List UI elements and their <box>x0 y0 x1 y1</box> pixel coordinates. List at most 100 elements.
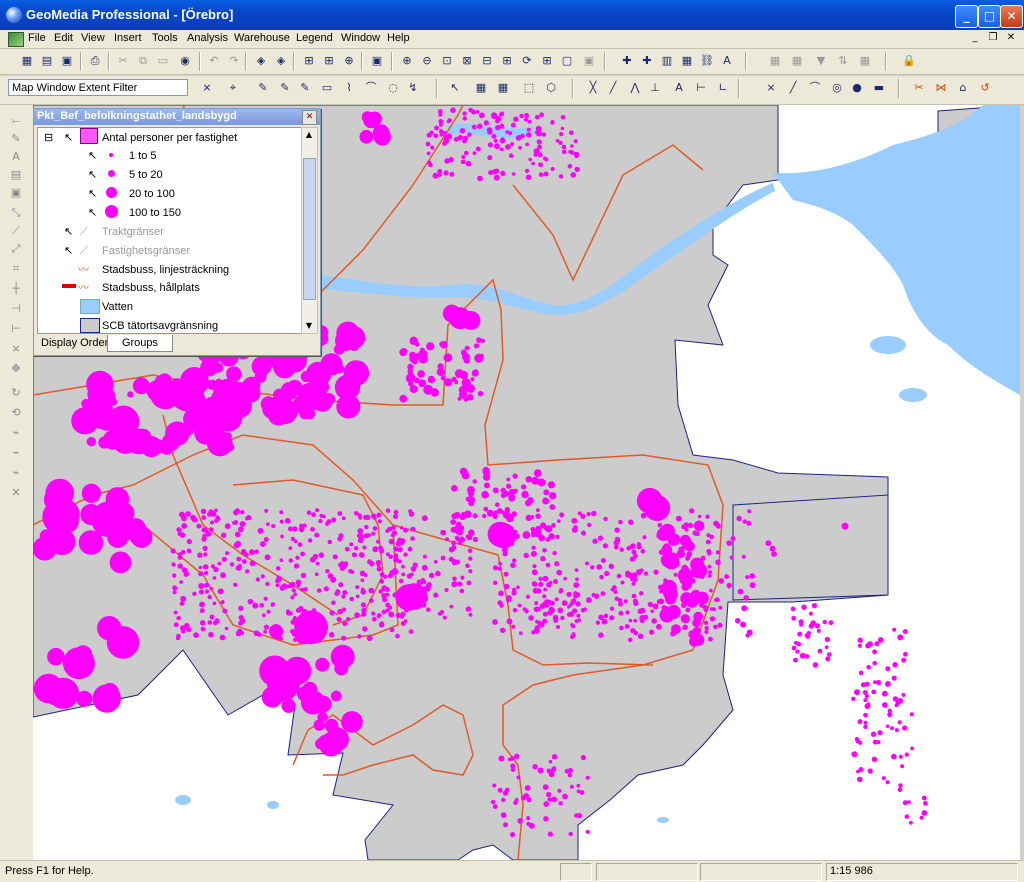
menu-edit[interactable]: Edit <box>54 32 73 44</box>
scroll-up-icon[interactable]: ▲ <box>303 129 315 141</box>
tool-8-icon[interactable]: ⤢ <box>8 241 24 257</box>
tool-7-icon[interactable]: ⟋ <box>8 223 24 239</box>
menu-view[interactable]: View <box>81 32 105 44</box>
merge-icon[interactable]: ⋈ <box>932 79 950 97</box>
attribute-icon[interactable]: ▥ <box>658 52 676 70</box>
point-icon[interactable]: ● <box>848 79 866 97</box>
legend-scrollbar[interactable]: ▲ ▼ <box>301 127 318 334</box>
scroll-thumb[interactable] <box>303 158 316 300</box>
refresh-icon[interactable]: ⟳ <box>518 52 536 70</box>
legend-window[interactable]: Pkt_Bef_befolkningstathet_landsbygd ✕ ⊟ … <box>33 108 321 356</box>
select-region-icon[interactable]: ▦ <box>472 79 490 97</box>
menu-warehouse[interactable]: Warehouse <box>234 32 290 44</box>
pan-icon[interactable]: ⊞ <box>498 52 516 70</box>
select-poly-icon[interactable]: ⬡ <box>542 79 560 97</box>
snap-vertex-icon[interactable]: ⌖ <box>224 79 242 97</box>
tool-14-icon[interactable]: ✥ <box>8 361 24 377</box>
arc-icon[interactable]: ⌒ <box>806 79 824 97</box>
measure-icon[interactable]: ⊥ <box>646 79 664 97</box>
select-tool-icon[interactable]: ⊞ <box>538 52 556 70</box>
spatial-query-icon[interactable]: ⊕ <box>340 52 358 70</box>
tool-13-icon[interactable]: ⨯ <box>8 341 24 357</box>
select-arrow-icon[interactable]: ↖ <box>446 79 464 97</box>
mdi-restore-icon[interactable]: ❐ <box>986 32 1000 45</box>
undo-icon[interactable]: ↶ <box>205 52 223 70</box>
digitize-4-icon[interactable]: ▭ <box>318 79 336 97</box>
circle-icon[interactable]: ◎ <box>828 79 846 97</box>
tool-11-icon[interactable]: ⊣ <box>8 301 24 317</box>
tool-1-icon[interactable]: ⤚ <box>8 113 24 129</box>
line-icon[interactable]: ╱ <box>784 79 802 97</box>
menu-file[interactable]: File <box>28 32 46 44</box>
insert-text-icon[interactable]: A <box>718 52 736 70</box>
tool-17-icon[interactable]: ⌁ <box>8 465 24 481</box>
tool-16-icon[interactable]: ⌁ <box>8 445 24 461</box>
digitize-5-icon[interactable]: ⌇ <box>340 79 358 97</box>
camera-icon[interactable]: ◉ <box>176 52 194 70</box>
fit-selected-icon[interactable]: ⊠ <box>458 52 476 70</box>
paste-icon[interactable]: ▭ <box>154 52 172 70</box>
legend-titlebar[interactable]: Pkt_Bef_befolkningstathet_landsbygd ✕ <box>34 109 320 125</box>
query-icon[interactable]: ⊞ <box>300 52 318 70</box>
print-icon[interactable]: ⎙ <box>86 52 104 70</box>
copy-icon[interactable]: ⧉ <box>134 52 152 70</box>
tool-5-icon[interactable]: ▣ <box>8 185 24 201</box>
tool-4-icon[interactable]: ▤ <box>8 167 24 183</box>
band-icon[interactable]: ▬ <box>870 79 888 97</box>
mdi-minimize-icon[interactable]: _ <box>968 32 982 45</box>
edit-feature-icon[interactable]: ✚ <box>638 52 656 70</box>
tool-3-icon[interactable]: A <box>8 149 24 165</box>
layer-icon[interactable]: ◈ <box>252 52 270 70</box>
tab-display-order[interactable]: Display Order <box>37 335 113 351</box>
digitize-7-icon[interactable]: ◌ <box>384 79 402 97</box>
insert-feature-icon[interactable]: ✚ <box>618 52 636 70</box>
tool-10-icon[interactable]: ┼ <box>8 281 24 297</box>
collapse-icon[interactable]: ⊟ <box>44 130 53 148</box>
close-button[interactable]: ✕ <box>1000 5 1023 28</box>
extent-filter-field[interactable]: Map Window Extent Filter <box>8 79 188 96</box>
polyline-icon[interactable]: ⋀ <box>626 79 644 97</box>
tool-2-icon[interactable]: ✎ <box>8 131 24 147</box>
rotate-2-icon[interactable]: ⟲ <box>8 405 24 421</box>
digitize-6-icon[interactable]: ⌒ <box>362 79 380 97</box>
attribute-query-icon[interactable]: ⊞ <box>320 52 338 70</box>
tab-groups[interactable]: Groups <box>107 335 173 352</box>
menu-help[interactable]: Help <box>387 32 410 44</box>
fit-all-icon[interactable]: ⊡ <box>438 52 456 70</box>
menu-legend[interactable]: Legend <box>296 32 333 44</box>
minimize-button[interactable]: _ <box>955 5 978 28</box>
line-tool-2-icon[interactable]: ╱ <box>604 79 622 97</box>
rotate-icon[interactable]: ↻ <box>8 385 24 401</box>
tool-9-icon[interactable]: ⌗ <box>8 261 24 277</box>
scroll-down-icon[interactable]: ▼ <box>303 320 315 332</box>
select-region-2-icon[interactable]: ▦ <box>494 79 512 97</box>
previous-view-icon[interactable]: ⊟ <box>478 52 496 70</box>
continue-icon[interactable]: ↺ <box>976 79 994 97</box>
cut-icon[interactable]: ✂ <box>114 52 132 70</box>
table-tool-icon[interactable]: ▦ <box>766 52 784 70</box>
line-tool-icon[interactable]: ╳ <box>584 79 602 97</box>
digitize-3-icon[interactable]: ✎ <box>296 79 314 97</box>
geometry-icon[interactable]: ▦ <box>678 52 696 70</box>
delete-icon[interactable]: ✕ <box>8 485 24 501</box>
tool-15-icon[interactable]: ⌁ <box>8 425 24 441</box>
map-document-icon[interactable] <box>8 32 24 47</box>
menu-insert[interactable]: Insert <box>114 32 142 44</box>
text-tool-icon[interactable]: A <box>670 79 688 97</box>
vertex-icon[interactable]: ⨯ <box>762 79 780 97</box>
new-icon[interactable]: ▦ <box>18 52 36 70</box>
menu-tools[interactable]: Tools <box>152 32 178 44</box>
tool-6-icon[interactable]: ⤡ <box>8 205 24 221</box>
angle-icon[interactable]: ∟ <box>714 79 732 97</box>
menu-window[interactable]: Window <box>341 32 380 44</box>
maximize-button[interactable]: □ <box>978 5 1001 28</box>
home-icon[interactable]: ⌂ <box>954 79 972 97</box>
map-window-icon[interactable]: ▣ <box>368 52 386 70</box>
save-icon[interactable]: ▣ <box>58 52 76 70</box>
zoom-in-icon[interactable]: ⊕ <box>398 52 416 70</box>
table-tool-2-icon[interactable]: ▦ <box>788 52 806 70</box>
digitize-8-icon[interactable]: ↯ <box>404 79 422 97</box>
digitize-icon[interactable]: ✎ <box>254 79 272 97</box>
digitize-2-icon[interactable]: ✎ <box>276 79 294 97</box>
disabled-tool-icon[interactable]: ▣ <box>580 52 598 70</box>
